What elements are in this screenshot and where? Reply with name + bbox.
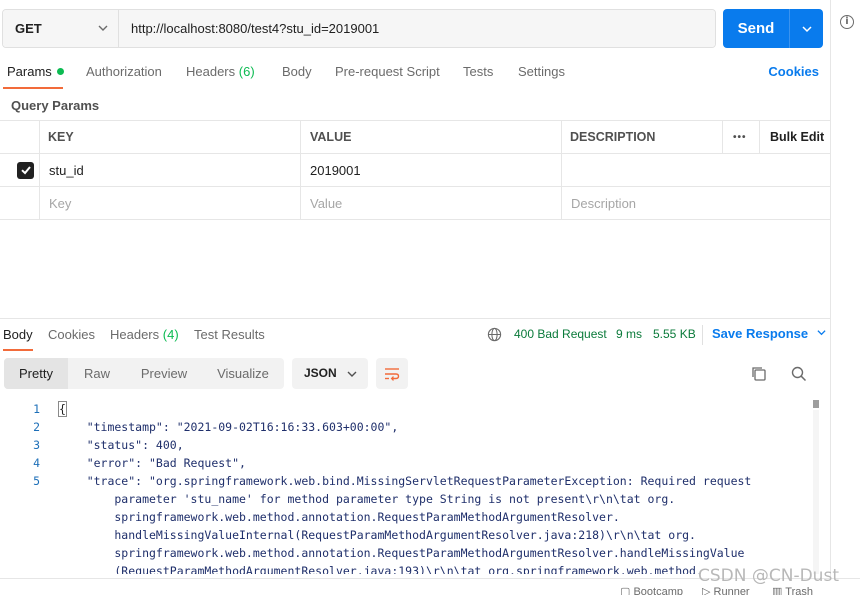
postman-workspace: GET Send Params Authorization Headers (6… xyxy=(0,0,830,595)
chevron-down-icon xyxy=(98,25,108,31)
watermark: CSDN @CN-Dust xyxy=(698,566,839,586)
cookies-link[interactable]: Cookies xyxy=(768,64,819,79)
view-mode-switch: Pretty Raw Preview Visualize xyxy=(4,358,284,389)
code-line: "timestamp": "2021-09-02T16:16:33.603+00… xyxy=(59,420,399,434)
tab-authorization[interactable]: Authorization xyxy=(86,64,162,79)
code-line: "status": 400, xyxy=(59,438,184,452)
params-active-dot xyxy=(56,68,64,75)
tab-test-results[interactable]: Test Results xyxy=(194,327,265,342)
active-tab-indicator xyxy=(3,87,63,89)
chevron-down-icon xyxy=(817,330,826,336)
new-value-input[interactable]: Value xyxy=(310,187,342,219)
column-description: DESCRIPTION xyxy=(570,130,656,144)
right-sidebar: i xyxy=(830,0,860,595)
tab-body[interactable]: Body xyxy=(282,64,312,79)
param-value[interactable]: 2019001 xyxy=(310,154,361,186)
table-row-empty: Key Value Description xyxy=(0,187,830,220)
chevron-down-icon xyxy=(347,371,357,377)
method-select[interactable]: GET xyxy=(3,10,119,47)
status-badge[interactable]: 400 Bad Request xyxy=(514,327,607,341)
tab-params[interactable]: Params xyxy=(7,64,64,79)
send-options-button[interactable] xyxy=(789,9,823,48)
view-visualize[interactable]: Visualize xyxy=(202,358,284,389)
line-number: 1 xyxy=(33,402,40,416)
new-description-input[interactable]: Description xyxy=(571,187,636,219)
code-line: "trace": "org.springframework.web.bind.M… xyxy=(59,474,752,488)
scrollbar-thumb[interactable] xyxy=(813,400,819,408)
active-response-tab-indicator xyxy=(3,349,33,351)
tab-settings[interactable]: Settings xyxy=(518,64,565,79)
code-line: parameter 'stu_name' for method paramete… xyxy=(59,492,676,506)
tab-response-cookies[interactable]: Cookies xyxy=(48,327,95,342)
code-line: (RequestParamMethodArgumentResolver.java… xyxy=(59,564,703,574)
request-tabs: Params Authorization Headers (6) Body Pr… xyxy=(0,58,830,90)
runner-icon: ▷ xyxy=(702,586,714,595)
headers-count: (6) xyxy=(238,64,255,79)
tab-pre-request-script[interactable]: Pre-request Script xyxy=(335,64,440,79)
tab-response-body[interactable]: Body xyxy=(3,327,33,342)
copy-icon[interactable] xyxy=(750,365,768,383)
response-divider xyxy=(0,318,830,319)
param-key[interactable]: stu_id xyxy=(49,154,84,186)
new-key-input[interactable]: Key xyxy=(49,187,71,219)
column-key: KEY xyxy=(48,130,74,144)
response-headers-count: (4) xyxy=(162,327,179,342)
column-value: VALUE xyxy=(310,130,352,144)
globe-icon[interactable] xyxy=(487,327,502,342)
response-time[interactable]: 9 ms xyxy=(616,327,642,341)
wrap-lines-button[interactable] xyxy=(376,358,408,389)
trash-icon: ▥ xyxy=(772,586,786,595)
tab-headers[interactable]: Headers (6) xyxy=(186,64,255,79)
code-line: { xyxy=(58,401,67,417)
tab-tests[interactable]: Tests xyxy=(463,64,493,79)
table-row: stu_id 2019001 xyxy=(0,154,830,187)
code-line: "error": "Bad Request", xyxy=(59,456,246,470)
line-number: 4 xyxy=(33,456,40,470)
info-icon[interactable]: i xyxy=(840,15,854,29)
wrap-lines-icon xyxy=(385,367,400,381)
format-select[interactable]: JSON xyxy=(292,358,368,389)
save-response-button[interactable]: Save Response xyxy=(712,326,826,341)
line-number: 3 xyxy=(33,438,40,452)
more-options-icon[interactable]: ••• xyxy=(733,121,747,153)
response-tabs: Body Cookies Headers (4) Test Results 40… xyxy=(0,320,830,351)
url-input[interactable] xyxy=(119,10,715,47)
method-label: GET xyxy=(15,21,42,36)
send-label: Send xyxy=(737,20,775,37)
search-icon[interactable] xyxy=(790,365,808,383)
code-line: handleMissingValueInternal(RequestParamM… xyxy=(59,528,696,542)
line-number: 2 xyxy=(33,420,40,434)
bootcamp-icon: ▢ xyxy=(620,586,634,595)
bulk-edit-button[interactable]: Bulk Edit xyxy=(770,121,824,153)
chevron-down-icon xyxy=(801,25,812,32)
code-line: springframework.web.method.annotation.Re… xyxy=(59,510,620,524)
view-raw[interactable]: Raw xyxy=(68,358,126,389)
param-checkbox[interactable] xyxy=(17,161,34,179)
table-header-row: KEY VALUE DESCRIPTION ••• Bulk Edit xyxy=(0,121,830,154)
response-size[interactable]: 5.55 KB xyxy=(653,327,696,341)
line-number: 5 xyxy=(33,474,40,488)
response-body-editor[interactable]: 1 2 3 4 5 { "timestamp": "2021-09-02T16:… xyxy=(0,398,820,574)
url-bar: GET xyxy=(2,9,716,48)
footer-runner[interactable]: ▷ Runner xyxy=(702,585,750,595)
send-button[interactable]: Send xyxy=(723,9,823,48)
footer-trash[interactable]: ▥ Trash xyxy=(772,585,813,595)
view-pretty[interactable]: Pretty xyxy=(4,358,68,389)
query-params-title: Query Params xyxy=(11,98,100,113)
tab-response-headers[interactable]: Headers (4) xyxy=(110,327,179,342)
view-preview[interactable]: Preview xyxy=(128,358,200,389)
check-icon xyxy=(20,166,31,175)
code-line: springframework.web.method.annotation.Re… xyxy=(59,546,745,560)
scrollbar-track[interactable] xyxy=(813,410,819,574)
footer-bootcamp[interactable]: ▢ Bootcamp xyxy=(620,585,683,595)
query-params-table: KEY VALUE DESCRIPTION ••• Bulk Edit stu_… xyxy=(0,120,830,220)
